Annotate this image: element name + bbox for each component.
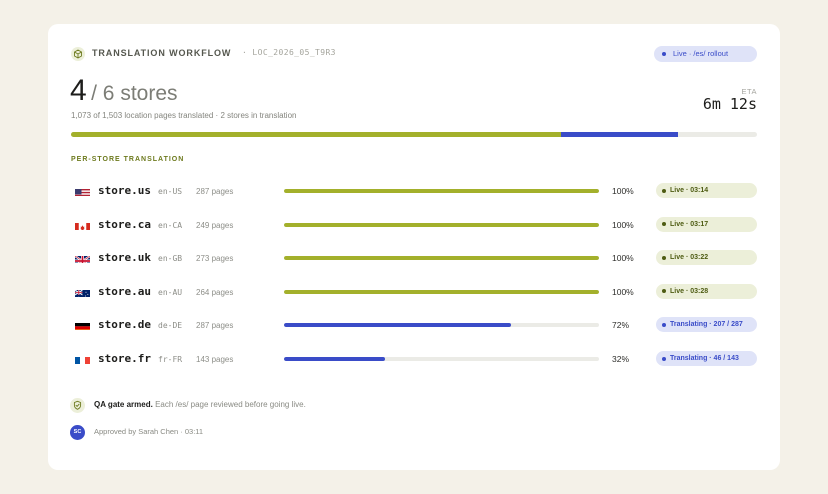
section-title: PER-STORE TRANSLATION bbox=[71, 156, 185, 163]
store-status-label: Translating · 46 / 143 bbox=[670, 355, 739, 362]
summary-subline: 1,073 of 1,503 location pages translated… bbox=[71, 111, 297, 120]
store-name: store.ca bbox=[98, 217, 151, 231]
store-status-badge: Translating · 207 / 287 bbox=[656, 317, 757, 333]
store-status-badge: Live · 03:17 bbox=[656, 216, 757, 232]
cube-icon bbox=[71, 47, 85, 61]
store-row-de[interactable]: store.de de-DE 287 pages 72% Translating · 2… bbox=[71, 314, 757, 334]
store-status-badge: Live · 03:28 bbox=[656, 283, 757, 299]
uk-flag-icon bbox=[75, 253, 90, 264]
store-progress-bar bbox=[284, 256, 599, 261]
status-dot-icon bbox=[662, 255, 666, 260]
status-dot-icon bbox=[662, 356, 666, 361]
rollout-status-label: Live · /es/ rollout bbox=[673, 49, 729, 58]
workflow-card: TRANSLATION WORKFLOW · LOC_2026_05_T9R3 … bbox=[48, 24, 780, 470]
store-progress-fill bbox=[284, 189, 599, 193]
eta-value: 6m 12s bbox=[702, 95, 757, 113]
store-status-label: Live · 03:22 bbox=[670, 254, 709, 262]
store-name: store.au bbox=[98, 284, 151, 298]
store-page-count: 264 pages bbox=[196, 287, 234, 297]
status-dot-icon bbox=[662, 52, 666, 56]
store-progress-fill bbox=[284, 323, 511, 328]
store-progress-bar bbox=[284, 222, 599, 227]
de-flag-icon bbox=[75, 320, 90, 331]
fr-flag-icon bbox=[75, 354, 90, 364]
store-locale: en-US bbox=[158, 187, 183, 196]
store-progress-bar bbox=[284, 189, 599, 193]
store-status-label: Live · 03:17 bbox=[670, 220, 709, 228]
store-progress-fill bbox=[284, 289, 599, 294]
store-page-count: 273 pages bbox=[196, 254, 234, 264]
store-status-badge: Translating · 46 / 143 bbox=[656, 351, 757, 366]
store-status-badge: Live · 03:22 bbox=[656, 250, 757, 266]
store-row-us[interactable]: store.us en-US 287 pages 100% Live · 03:14 bbox=[71, 180, 757, 200]
avatar: SC bbox=[70, 425, 85, 440]
store-page-count: 249 pages bbox=[196, 220, 234, 230]
status-dot-icon bbox=[662, 322, 666, 327]
store-percent: 32% bbox=[612, 354, 630, 364]
store-progress-fill bbox=[284, 256, 599, 261]
overall-progress-translating-segment bbox=[561, 132, 679, 137]
store-percent: 100% bbox=[612, 219, 634, 230]
store-progress-bar bbox=[284, 289, 599, 294]
store-name: store.uk bbox=[98, 251, 151, 265]
rollout-status-pill[interactable]: Live · /es/ rollout bbox=[654, 46, 757, 62]
store-percent: 100% bbox=[612, 286, 634, 297]
store-status-badge: Live · 03:14 bbox=[656, 183, 757, 198]
store-locale: en-GB bbox=[158, 254, 183, 264]
store-status-label: Live · 03:28 bbox=[670, 287, 709, 295]
status-dot-icon bbox=[662, 222, 666, 227]
store-status-label: Live · 03:14 bbox=[670, 187, 709, 194]
stores-counter: 4 / 6 stores bbox=[70, 74, 178, 108]
store-locale: de-DE bbox=[158, 321, 183, 331]
store-row-fr[interactable]: store.fr fr-FR 143 pages 32% Translating · 4… bbox=[71, 348, 757, 368]
store-row-au[interactable]: store.au en-AU 264 pages 100% Live · 03:28 bbox=[71, 281, 757, 301]
store-row-ca[interactable]: store.ca en-CA 249 pages 100% Live · 03:17 bbox=[71, 214, 757, 234]
stores-done-count: 4 bbox=[70, 74, 87, 107]
store-name: store.fr bbox=[98, 352, 151, 365]
au-flag-icon bbox=[75, 287, 90, 297]
store-progress-bar bbox=[284, 357, 599, 361]
status-dot-icon bbox=[662, 289, 666, 294]
store-progress-fill bbox=[284, 357, 385, 361]
approval-text: Approved by Sarah Chen · 03:11 bbox=[94, 427, 204, 436]
qa-gate-title: QA gate armed. bbox=[94, 400, 153, 409]
store-progress-fill bbox=[284, 222, 599, 227]
status-dot-icon bbox=[662, 188, 666, 193]
store-page-count: 287 pages bbox=[196, 321, 234, 331]
shield-check-icon bbox=[70, 398, 85, 413]
store-locale: en-CA bbox=[158, 220, 183, 230]
qa-gate-text: Each /es/ page reviewed before going liv… bbox=[152, 400, 306, 409]
overall-progress-live-segment bbox=[71, 132, 561, 137]
stores-total: / 6 stores bbox=[91, 82, 178, 105]
qa-gate-note: QA gate armed. Each /es/ page reviewed b… bbox=[94, 400, 306, 409]
store-progress-bar bbox=[284, 323, 599, 328]
store-page-count: 143 pages bbox=[196, 355, 234, 364]
us-flag-icon bbox=[75, 186, 90, 196]
store-page-count: 287 pages bbox=[196, 187, 234, 196]
store-name: store.de bbox=[98, 318, 151, 332]
store-percent: 100% bbox=[612, 186, 634, 196]
store-percent: 100% bbox=[612, 253, 634, 264]
store-locale: en-AU bbox=[158, 287, 183, 297]
store-name: store.us bbox=[98, 184, 151, 197]
store-percent: 72% bbox=[612, 320, 630, 331]
store-status-label: Translating · 207 / 287 bbox=[670, 321, 743, 329]
overall-progress-bar bbox=[71, 132, 757, 137]
store-row-uk[interactable]: store.uk en-GB 273 pages 100% Live · 03:22 bbox=[71, 247, 757, 267]
ca-flag-icon bbox=[75, 220, 90, 230]
workflow-title: TRANSLATION WORKFLOW bbox=[92, 48, 232, 58]
workflow-id: · LOC_2026_05_T9R3 bbox=[242, 48, 336, 57]
store-locale: fr-FR bbox=[158, 355, 183, 364]
